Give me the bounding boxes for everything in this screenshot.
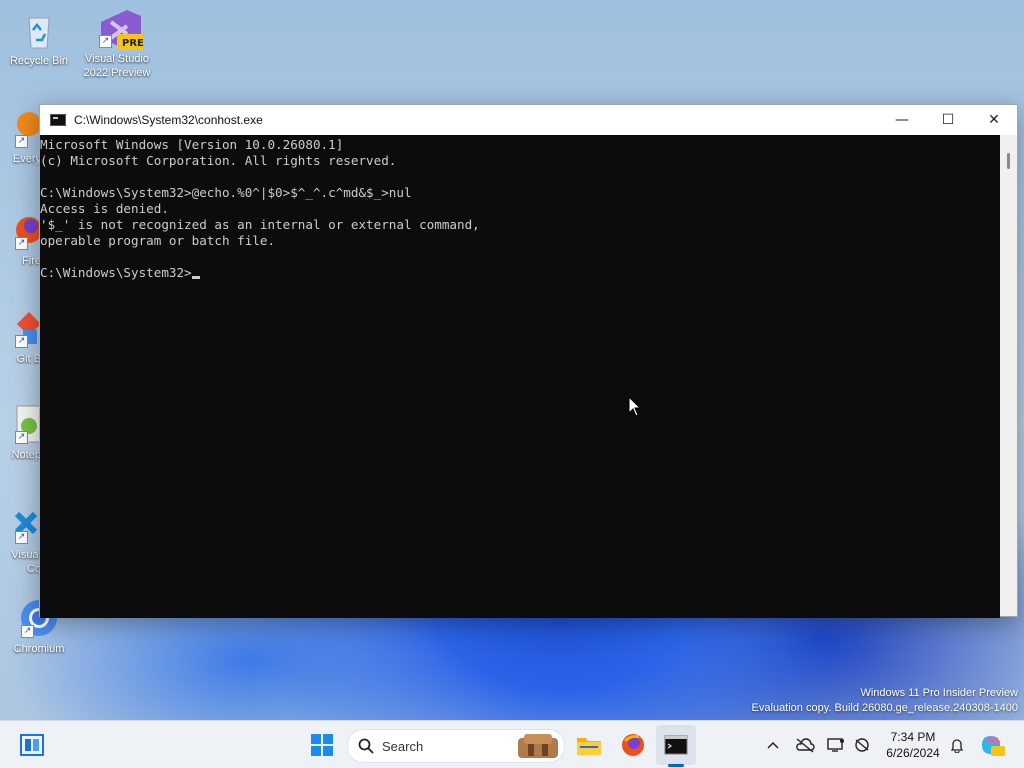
console-line: Access is denied. bbox=[40, 201, 169, 216]
console-line: C:\Windows\System32>@echo.%0^|$0>$^_^.c^… bbox=[40, 185, 412, 200]
desktop-icon-visual-studio-preview[interactable]: PRE ↗ Visual Studio 2022 Preview bbox=[79, 8, 155, 80]
bell-icon bbox=[950, 739, 964, 753]
recycle-bin-icon bbox=[19, 10, 59, 50]
taskbar-search-box[interactable]: Search bbox=[347, 729, 565, 763]
desktop-icon-vscode[interactable]: ↗ Visual Co bbox=[1, 504, 41, 576]
display-icon bbox=[827, 738, 844, 752]
text-cursor bbox=[191, 276, 200, 279]
active-app-indicator bbox=[668, 764, 684, 767]
display-tray-button[interactable] bbox=[824, 721, 848, 768]
console-line: operable program or batch file. bbox=[40, 233, 276, 248]
git-bash-icon: ↗ bbox=[1, 308, 41, 348]
console-app-icon bbox=[50, 114, 66, 126]
console-line: (c) Microsoft Corporation. All rights re… bbox=[40, 153, 397, 168]
desktop-icon-notepad-plus-plus[interactable]: ↗ Notep bbox=[1, 404, 41, 462]
desktop-icon-everything[interactable]: ↗ Every bbox=[1, 108, 41, 166]
copilot-button[interactable] bbox=[976, 721, 1008, 768]
clock-date: 6/26/2024 bbox=[886, 746, 940, 760]
desktop-icon-firefox[interactable]: ↗ Fire bbox=[1, 210, 41, 268]
window-title: C:\Windows\System32\conhost.exe bbox=[74, 113, 263, 127]
terminal-icon bbox=[664, 735, 688, 755]
taskbar: Search 7:34 PM 6/26/2024 bbox=[0, 720, 1024, 768]
maximize-button[interactable]: ☐ bbox=[925, 105, 971, 135]
notepad-icon: ↗ bbox=[1, 404, 41, 444]
clock[interactable]: 7:34 PM 6/26/2024 bbox=[878, 721, 948, 768]
cloud-off-icon bbox=[796, 738, 815, 753]
firefox-icon: ↗ bbox=[1, 210, 41, 250]
conhost-window[interactable]: C:\Windows\System32\conhost.exe — ☐ ✕ Mi… bbox=[39, 104, 1018, 618]
desktop-icon-recycle-bin[interactable]: Recycle Bin bbox=[1, 10, 77, 68]
desktop-icon-git-bash[interactable]: ↗ Git B bbox=[1, 308, 41, 366]
chevron-up-icon bbox=[767, 741, 779, 749]
network-icon bbox=[855, 738, 869, 752]
console-prompt: C:\Windows\System32> bbox=[40, 265, 192, 280]
vscode-icon: ↗ bbox=[1, 504, 41, 544]
onedrive-tray-button[interactable] bbox=[792, 721, 818, 768]
search-highlight-icon bbox=[518, 734, 558, 758]
notifications-button[interactable] bbox=[946, 721, 968, 768]
search-icon bbox=[358, 738, 374, 754]
pre-badge: PRE bbox=[122, 38, 144, 49]
show-hidden-icons-button[interactable] bbox=[762, 721, 784, 768]
console-line: '$_' is not recognized as an internal or… bbox=[40, 217, 480, 232]
close-button[interactable]: ✕ bbox=[971, 105, 1017, 135]
title-bar[interactable]: C:\Windows\System32\conhost.exe — ☐ ✕ bbox=[40, 105, 1017, 135]
start-button[interactable] bbox=[302, 721, 342, 768]
watermark-build: Evaluation copy. Build 26080.ge_release.… bbox=[751, 702, 1018, 714]
visual-studio-icon: PRE ↗ bbox=[97, 8, 144, 50]
shortcut-arrow-icon: ↗ bbox=[99, 35, 112, 48]
widgets-icon bbox=[20, 734, 44, 756]
scrollbar-thumb[interactable] bbox=[1007, 153, 1010, 169]
watermark-edition: Windows 11 Pro Insider Preview bbox=[860, 687, 1018, 699]
vertical-scrollbar[interactable] bbox=[1000, 135, 1017, 616]
search-label: Search bbox=[382, 738, 424, 754]
taskbar-firefox[interactable] bbox=[614, 721, 652, 768]
taskbar-terminal[interactable] bbox=[656, 725, 696, 765]
everything-icon: ↗ bbox=[1, 108, 41, 148]
folder-icon bbox=[577, 738, 601, 755]
console-output[interactable]: Microsoft Windows [Version 10.0.26080.1]… bbox=[40, 135, 1000, 618]
widgets-button[interactable] bbox=[12, 721, 52, 768]
copilot-pre-icon bbox=[982, 736, 1005, 756]
network-tray-button[interactable] bbox=[850, 721, 874, 768]
evaluation-watermark: Windows 11 Pro Insider Preview Evaluatio… bbox=[752, 686, 1018, 716]
minimize-button[interactable]: — bbox=[879, 105, 925, 135]
clock-time: 7:34 PM bbox=[890, 730, 936, 744]
firefox-icon bbox=[622, 734, 644, 756]
taskbar-file-explorer[interactable] bbox=[570, 721, 608, 768]
console-line: Microsoft Windows [Version 10.0.26080.1] bbox=[40, 137, 344, 152]
console-prompt-line[interactable]: C:\Windows\System32> bbox=[40, 265, 1000, 281]
windows-logo-icon bbox=[311, 734, 333, 756]
